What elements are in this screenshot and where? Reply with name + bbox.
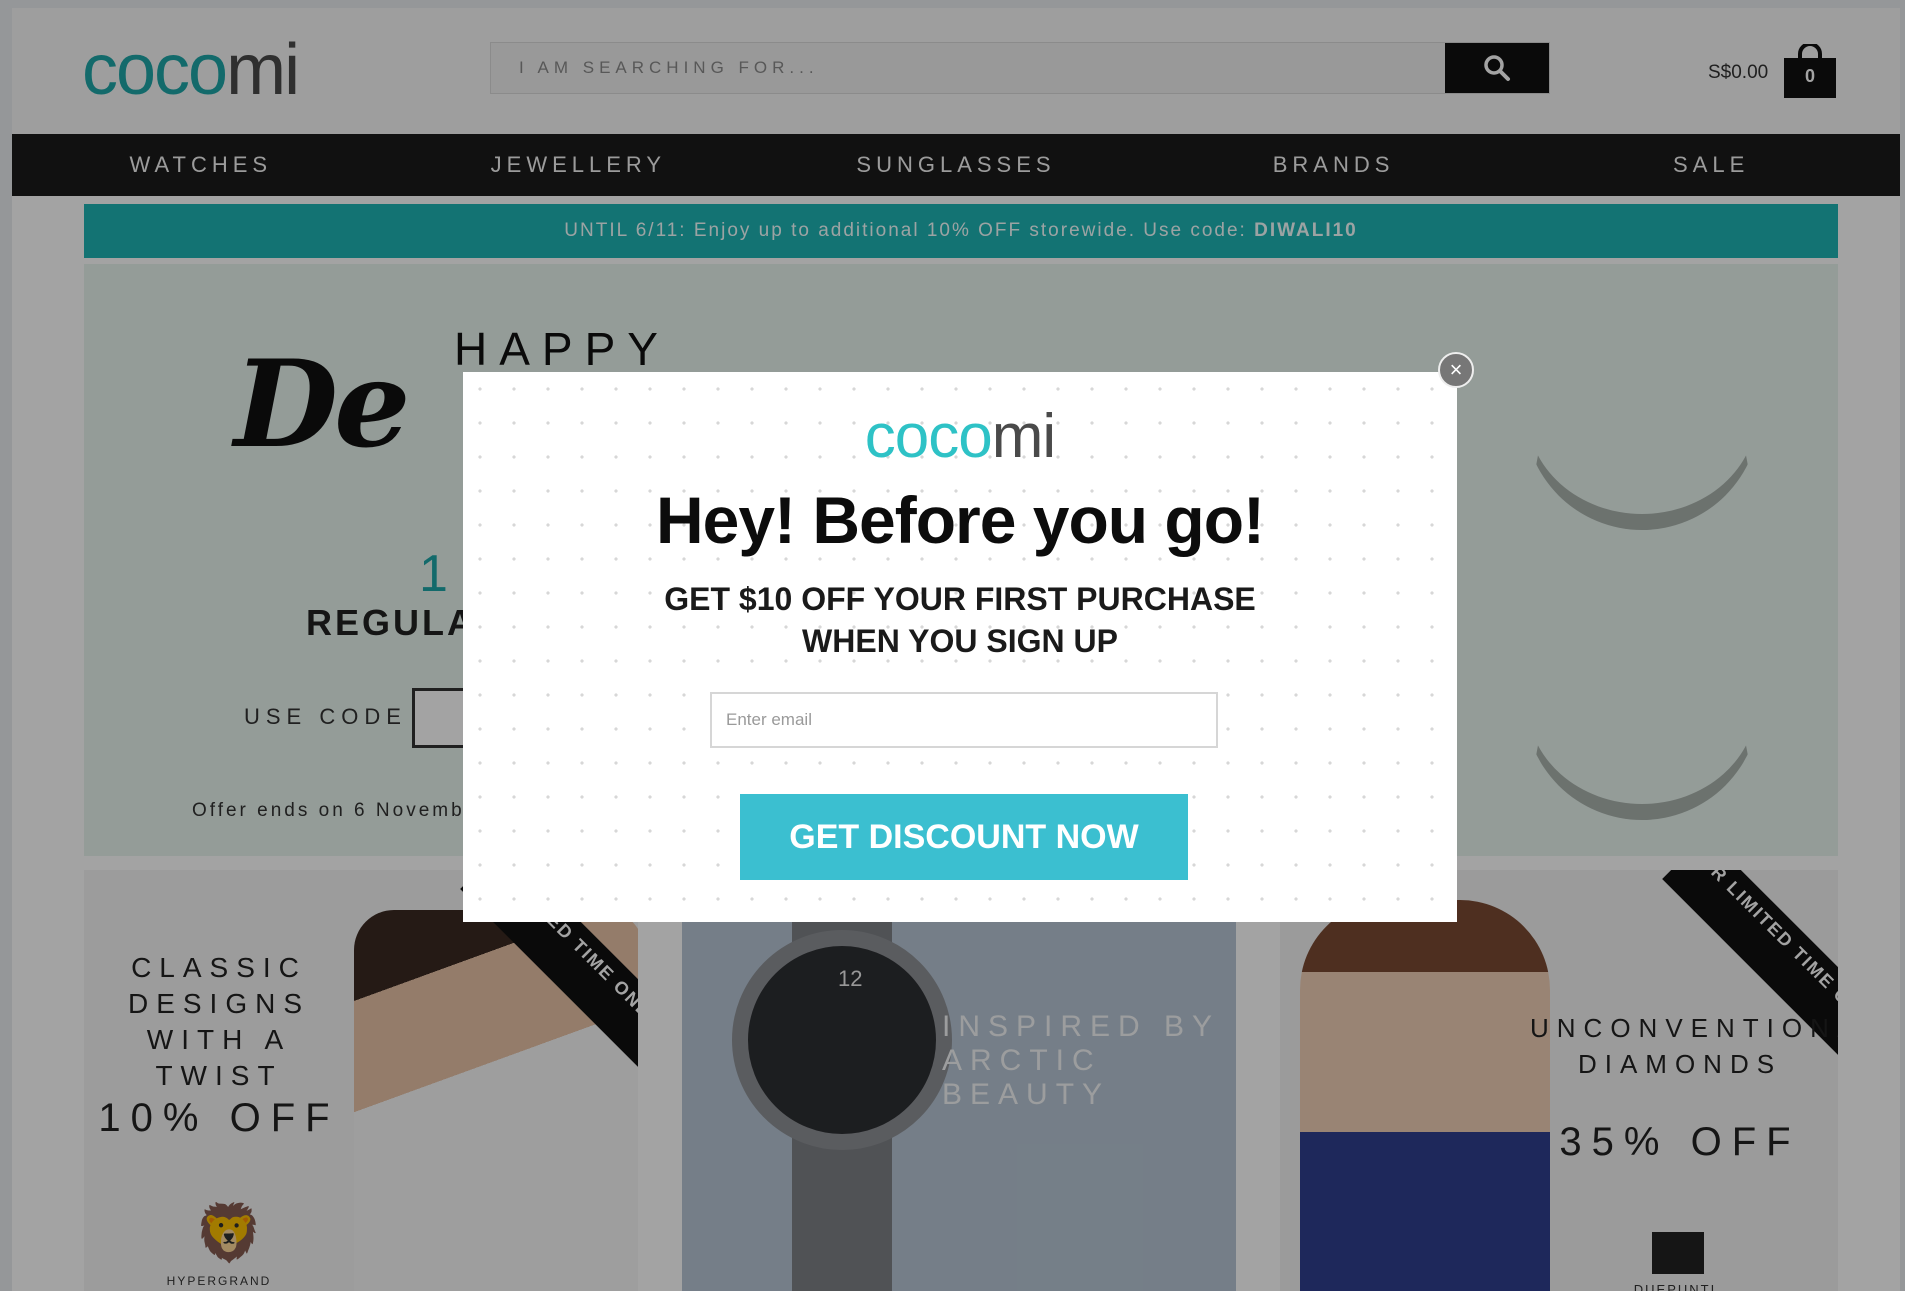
modal-logo: cocomi [463,406,1457,468]
email-field[interactable] [710,692,1218,748]
modal-logo-part2: mi [991,402,1056,471]
modal-logo-part1: coco [864,402,993,471]
modal-subtitle-line2: WHEN YOU SIGN UP [802,623,1118,659]
modal-subtitle: GET $10 OFF YOUR FIRST PURCHASE WHEN YOU… [633,578,1287,662]
exit-intent-modal: cocomi Hey! Before you go! GET $10 OFF Y… [463,372,1457,922]
modal-subtitle-line1: GET $10 OFF YOUR FIRST PURCHASE [664,581,1256,617]
modal-title: Hey! Before you go! [655,483,1265,557]
close-icon[interactable]: × [1438,352,1474,388]
get-discount-button[interactable]: GET DISCOUNT NOW [740,794,1188,880]
